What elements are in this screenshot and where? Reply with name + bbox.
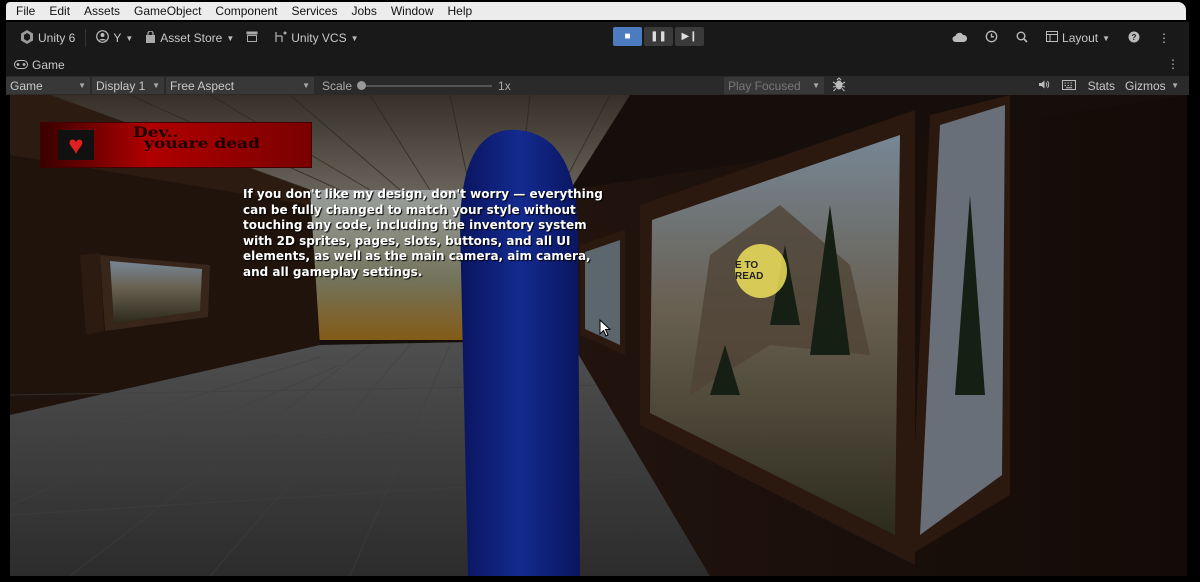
play-mode-dropdown[interactable]: Play Focused ▼	[724, 77, 824, 94]
help-button[interactable]: ?	[1119, 27, 1149, 49]
tab-options-icon[interactable]: ⋮	[1167, 57, 1179, 71]
scale-value: 1x	[498, 78, 511, 93]
keyboard-icon	[1061, 79, 1076, 93]
gizmos-label: Gizmos	[1125, 78, 1166, 93]
shopping-bag-icon	[145, 29, 156, 46]
toolbar-more-button[interactable]: ⋮	[1149, 27, 1179, 49]
stats-button[interactable]: Stats	[1082, 79, 1121, 93]
display-dropdown[interactable]: Display 1 ▼	[92, 77, 164, 94]
stop-button[interactable]: ■	[613, 27, 642, 46]
menu-help[interactable]: Help	[448, 4, 473, 18]
asset-store-button[interactable]: Asset Store ▼	[139, 27, 240, 49]
menu-services[interactable]: Services	[291, 4, 337, 18]
interact-prompt[interactable]: E TO READ	[735, 244, 787, 298]
play-mode-label: Play Focused	[728, 78, 801, 93]
scale-label: Scale	[322, 78, 353, 93]
heart-icon: ♥	[58, 130, 94, 160]
view-mode-label: Game	[10, 78, 43, 93]
account-label: Y	[113, 31, 122, 45]
layout-label: Layout	[1062, 31, 1099, 45]
package-icon	[246, 31, 258, 45]
chevron-down-icon: ▼	[350, 33, 359, 43]
aspect-label: Free Aspect	[170, 78, 235, 93]
pause-icon: ❚❚	[650, 31, 667, 42]
svg-text:?: ?	[1132, 33, 1137, 42]
menu-jobs[interactable]: Jobs	[351, 4, 376, 18]
bug-button[interactable]	[832, 77, 846, 95]
view-mode-dropdown[interactable]: Game ▼	[6, 77, 90, 94]
unity-version-label: Unity 6	[38, 31, 76, 45]
history-button[interactable]	[976, 27, 1007, 49]
scale-slider-handle[interactable]	[357, 80, 367, 90]
unity-version-button[interactable]: Unity 6	[14, 27, 81, 49]
banner-subtitle: youare dead	[144, 136, 260, 153]
toolbar-divider	[85, 29, 87, 47]
menu-assets[interactable]: Assets	[84, 4, 120, 18]
asset-store-label: Asset Store	[160, 31, 223, 45]
package-manager-button[interactable]	[240, 27, 268, 49]
audio-button[interactable]	[1032, 79, 1056, 93]
chevron-down-icon: ▼	[812, 81, 820, 90]
menu-window[interactable]: Window	[391, 4, 434, 18]
gizmos-dropdown[interactable]: Gizmos ▼	[1121, 77, 1183, 94]
menu-file[interactable]: File	[16, 4, 35, 18]
history-icon	[985, 30, 998, 46]
display-label: Display 1	[96, 78, 146, 93]
cloud-button[interactable]	[943, 27, 976, 49]
chevron-down-icon: ▼	[302, 81, 310, 90]
game-view-controls: Game ▼ Display 1 ▼ Free Aspect ▼ Scale 1…	[6, 76, 1189, 95]
chevron-down-icon: ▼	[125, 33, 134, 43]
tab-game-label: Game	[32, 58, 65, 72]
chevron-down-icon: ▼	[226, 33, 235, 43]
version-control-label: Unity VCS	[291, 31, 347, 45]
scale-control: Scale 1x	[322, 79, 511, 93]
hint-message: If you don't like my design, don't worry…	[243, 187, 603, 279]
speaker-icon	[1038, 79, 1050, 93]
main-toolbar: Unity 6 Y ▼ Asset Store ▼ Unity VCS ▼ ■ …	[6, 22, 1189, 54]
shortcuts-button[interactable]	[1056, 79, 1082, 93]
step-icon: ▶❙	[681, 31, 698, 42]
version-control-button[interactable]: Unity VCS ▼	[268, 27, 364, 49]
menu-component[interactable]: Component	[215, 4, 277, 18]
menu-edit[interactable]: Edit	[49, 4, 70, 18]
help-icon: ?	[1128, 31, 1140, 46]
aspect-dropdown[interactable]: Free Aspect ▼	[166, 77, 314, 94]
search-icon	[1016, 31, 1028, 46]
chevron-down-icon: ▼	[78, 81, 86, 90]
death-banner: ♥ Dev.. youare dead	[40, 122, 312, 168]
kebab-menu-icon: ⋮	[1158, 31, 1170, 45]
game-viewport[interactable]: ♥ Dev.. youare dead If you don't like my…	[10, 95, 1187, 576]
tab-game[interactable]: Game	[14, 58, 65, 72]
layout-dropdown[interactable]: Layout ▼	[1037, 27, 1119, 49]
menu-bar: File Edit Assets GameObject Component Se…	[0, 0, 1200, 22]
search-button[interactable]	[1007, 27, 1037, 49]
menu-gameobject[interactable]: GameObject	[134, 4, 201, 18]
pause-button[interactable]: ❚❚	[644, 27, 673, 46]
step-button[interactable]: ▶❙	[675, 27, 704, 46]
chevron-down-icon: ▼	[1102, 33, 1110, 43]
account-icon	[96, 30, 110, 46]
toolbar-right: Layout ▼ ? ⋮	[943, 22, 1179, 54]
menu-bar-strip: File Edit Assets GameObject Component Se…	[6, 2, 1186, 20]
scale-slider[interactable]	[357, 80, 493, 90]
chevron-down-icon: ▼	[152, 81, 160, 90]
account-button[interactable]: Y ▼	[90, 27, 139, 49]
game-view-right: Stats Gizmos ▼	[1032, 77, 1185, 94]
game-tab-row: Game ⋮	[6, 54, 1189, 76]
cloud-icon	[952, 31, 968, 45]
stop-icon: ■	[624, 31, 631, 42]
unity-logo-icon	[20, 29, 34, 47]
branch-icon	[274, 31, 287, 46]
layout-icon	[1046, 31, 1059, 45]
chevron-down-icon: ▼	[1171, 81, 1179, 90]
play-controls: ■ ❚❚ ▶❙	[613, 27, 706, 46]
gamepad-icon	[14, 58, 28, 72]
bug-icon	[832, 77, 846, 95]
